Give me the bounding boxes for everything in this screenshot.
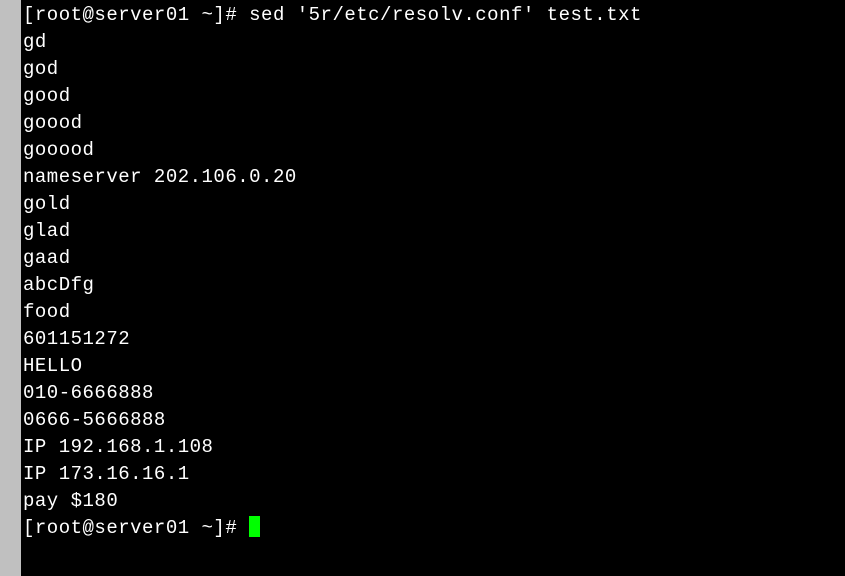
terminal-window[interactable]: [root@server01 ~]# sed '5r/etc/resolv.co… — [21, 0, 845, 576]
output-line: gaad — [21, 245, 845, 272]
output-line: gold — [21, 191, 845, 218]
cursor-icon — [249, 516, 260, 537]
output-line: gooood — [21, 137, 845, 164]
output-line: abcDfg — [21, 272, 845, 299]
output-line: food — [21, 299, 845, 326]
output-line: gd — [21, 29, 845, 56]
output-line: goood — [21, 110, 845, 137]
command-line: [root@server01 ~]# sed '5r/etc/resolv.co… — [21, 2, 845, 29]
output-line: IP 192.168.1.108 — [21, 434, 845, 461]
shell-prompt: [root@server01 ~]# — [23, 517, 249, 539]
output-line: 601151272 — [21, 326, 845, 353]
prompt-line: [root@server01 ~]# — [21, 515, 845, 542]
output-line: glad — [21, 218, 845, 245]
output-line: good — [21, 83, 845, 110]
output-line: nameserver 202.106.0.20 — [21, 164, 845, 191]
output-line: HELLO — [21, 353, 845, 380]
output-line: pay $180 — [21, 488, 845, 515]
output-line: 010-6666888 — [21, 380, 845, 407]
output-line: 0666-5666888 — [21, 407, 845, 434]
output-line: god — [21, 56, 845, 83]
output-line: IP 173.16.16.1 — [21, 461, 845, 488]
shell-prompt: [root@server01 ~]# — [23, 4, 249, 26]
command-text: sed '5r/etc/resolv.conf' test.txt — [249, 4, 642, 26]
